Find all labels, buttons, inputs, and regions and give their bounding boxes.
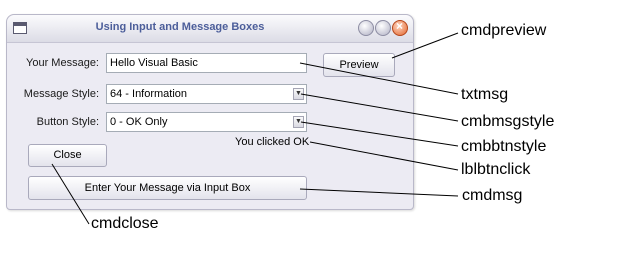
- chevron-down-icon[interactable]: ▼: [293, 116, 304, 128]
- callout-cmbbtnstyle: cmbbtnstyle: [461, 138, 547, 155]
- maximize-icon[interactable]: [375, 20, 391, 36]
- callout-cmbmsgstyle: cmbmsgstyle: [461, 113, 555, 130]
- window-title: Using Input and Message Boxes: [95, 21, 265, 33]
- preview-button[interactable]: Preview: [323, 53, 395, 77]
- input-box-button[interactable]: Enter Your Message via Input Box: [28, 176, 307, 200]
- title-bar[interactable]: Using Input and Message Boxes: [7, 15, 413, 43]
- message-style-label: Message Style:: [23, 88, 99, 100]
- message-label: Your Message:: [26, 57, 99, 69]
- message-style-combo[interactable]: 64 - Information ▼: [106, 84, 307, 104]
- minimize-icon[interactable]: [358, 20, 374, 36]
- callout-cmdpreview: cmdpreview: [461, 22, 547, 39]
- close-icon[interactable]: [392, 19, 408, 36]
- button-style-label: Button Style:: [36, 116, 99, 128]
- chevron-down-icon[interactable]: ▼: [293, 88, 304, 100]
- callout-cmdmsg: cmdmsg: [462, 187, 523, 204]
- result-label: You clicked OK: [235, 136, 310, 148]
- callout-cmdclose: cmdclose: [91, 215, 159, 232]
- message-textbox[interactable]: Hello Visual Basic: [106, 53, 307, 73]
- close-button[interactable]: Close: [28, 144, 107, 167]
- button-style-combo[interactable]: 0 - OK Only ▼: [106, 112, 307, 132]
- vb-form-window: Using Input and Message Boxes Your Messa…: [6, 14, 414, 210]
- message-style-value: 64 - Information: [110, 88, 188, 100]
- callout-lblbtnclick: lblbtnclick: [461, 161, 531, 178]
- callout-txtmsg: txtmsg: [461, 86, 509, 103]
- button-style-value: 0 - OK Only: [110, 116, 168, 128]
